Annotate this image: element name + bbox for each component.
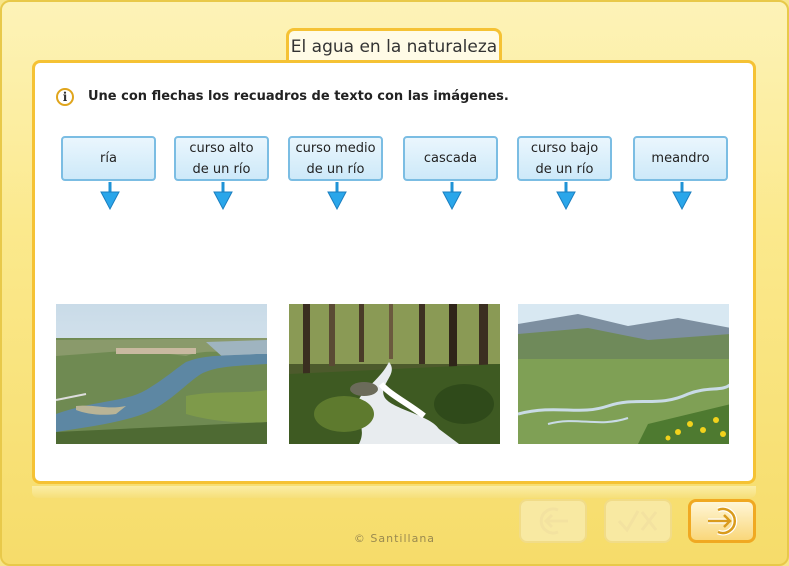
info-icon: i	[56, 88, 74, 106]
photo-estuary[interactable]	[56, 304, 267, 444]
page-title: El agua en la naturaleza	[286, 28, 502, 62]
label-curso-bajo[interactable]: curso bajo de un río	[517, 136, 612, 181]
arrow-down-icon[interactable]	[327, 182, 347, 210]
label-curso-alto[interactable]: curso alto de un río	[174, 136, 269, 181]
copyright-text: © Santillana	[353, 532, 436, 545]
arrow-down-icon[interactable]	[556, 182, 576, 210]
arrow-down-icon[interactable]	[672, 182, 692, 210]
arrow-down-icon[interactable]	[213, 182, 233, 210]
label-curso-medio[interactable]: curso medio de un río	[288, 136, 383, 181]
photo-forest-stream[interactable]	[289, 304, 500, 444]
photo-meander-valley[interactable]	[518, 304, 729, 444]
instruction-text: Une con flechas los recuadros de texto c…	[88, 89, 509, 104]
panel-footer-strip	[32, 486, 756, 498]
label-meandro[interactable]: meandro	[633, 136, 728, 181]
label-ria[interactable]: ría	[61, 136, 156, 181]
label-cascada[interactable]: cascada	[403, 136, 498, 181]
arrow-down-icon[interactable]	[442, 182, 462, 210]
arrow-down-icon[interactable]	[100, 182, 120, 210]
